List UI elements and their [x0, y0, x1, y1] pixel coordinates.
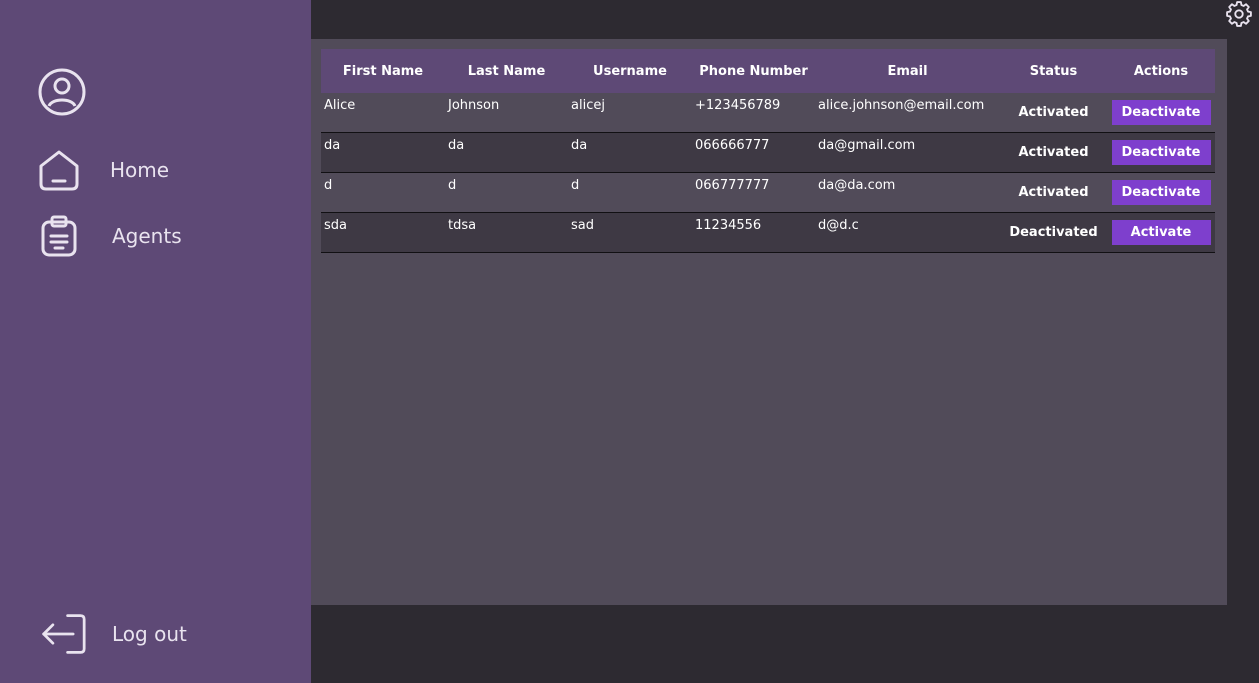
column-header-actions[interactable]: Actions [1107, 49, 1215, 93]
activate-button[interactable]: Activate [1111, 220, 1211, 245]
main-panel: First Name Last Name Username Phone Numb… [311, 39, 1227, 605]
cell-action: Deactivate [1107, 173, 1215, 213]
cell-username: da [571, 138, 588, 153]
column-header-phone-number[interactable]: Phone Number [692, 49, 815, 93]
column-header-first-name[interactable]: First Name [321, 49, 445, 93]
deactivate-button[interactable]: Deactivate [1111, 180, 1211, 205]
cell-action: Activate [1107, 213, 1215, 253]
cell-last-name: da [448, 138, 465, 153]
table-row: da da da 066666777 da@gmail.com Activate… [321, 132, 1215, 173]
column-header-status[interactable]: Status [1000, 49, 1107, 93]
deactivate-button[interactable]: Deactivate [1111, 140, 1211, 165]
cell-phone: 066666777 [695, 138, 770, 153]
cell-last-name: d [448, 178, 457, 193]
cell-status: Activated [1018, 105, 1089, 120]
cell-action: Deactivate [1107, 133, 1215, 173]
cell-email: d@d.c [818, 218, 859, 233]
cell-username: d [571, 178, 580, 193]
logout-arrow-icon [40, 610, 86, 658]
cell-last-name: tdsa [448, 218, 477, 233]
app-window: Home Agents Log out First Name Last Name… [0, 0, 1259, 683]
logout-label: Log out [112, 622, 187, 646]
table-row: Alice Johnson alicej +123456789 alice.jo… [321, 93, 1215, 133]
cell-phone: +123456789 [695, 98, 781, 113]
cell-action: Deactivate [1107, 93, 1215, 133]
sidebar-item-agents[interactable]: Agents [36, 212, 182, 260]
gear-icon[interactable] [1225, 0, 1253, 28]
table-row: sda tdsa sad 11234556 d@d.c Deactivated … [321, 212, 1215, 253]
deactivate-button[interactable]: Deactivate [1111, 100, 1211, 125]
cell-username: sad [571, 218, 594, 233]
cell-first-name: Alice [324, 98, 356, 113]
cell-status: Activated [1018, 185, 1089, 200]
cell-phone: 11234556 [695, 218, 762, 233]
table-header-row: First Name Last Name Username Phone Numb… [321, 49, 1215, 93]
cell-first-name: sda [324, 218, 347, 233]
logout-button[interactable]: Log out [40, 610, 187, 658]
cell-status: Deactivated [1009, 225, 1098, 240]
clipboard-icon [36, 212, 82, 260]
users-table: First Name Last Name Username Phone Numb… [321, 49, 1215, 253]
user-circle-icon[interactable] [37, 67, 87, 117]
cell-email: alice.johnson@email.com [818, 98, 985, 113]
sidebar-item-label: Agents [112, 224, 182, 248]
column-header-email[interactable]: Email [815, 49, 1000, 93]
sidebar: Home Agents Log out [0, 0, 311, 683]
cell-email: da@gmail.com [818, 138, 916, 153]
cell-last-name: Johnson [448, 98, 500, 113]
cell-first-name: da [324, 138, 341, 153]
cell-status: Activated [1018, 145, 1089, 160]
column-header-username[interactable]: Username [568, 49, 692, 93]
home-icon [36, 146, 82, 194]
cell-phone: 066777777 [695, 178, 770, 193]
sidebar-item-home[interactable]: Home [36, 146, 169, 194]
cell-first-name: d [324, 178, 333, 193]
cell-username: alicej [571, 98, 605, 113]
column-header-last-name[interactable]: Last Name [445, 49, 568, 93]
cell-email: da@da.com [818, 178, 896, 193]
sidebar-item-label: Home [110, 158, 170, 182]
table-row: d d d 066777777 da@da.com Activated Deac… [321, 172, 1215, 213]
